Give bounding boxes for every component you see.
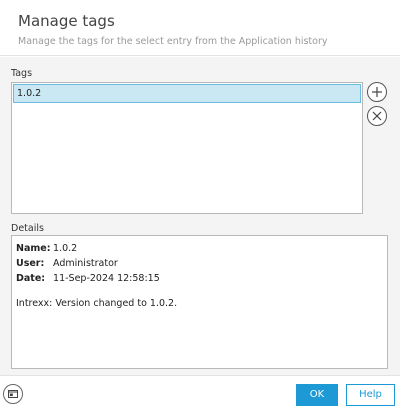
- tag-list-item[interactable]: 1.0.2: [13, 84, 361, 103]
- remove-tag-button[interactable]: [367, 106, 387, 126]
- detail-message: Intrexx: Version changed to 1.0.2.: [16, 298, 178, 309]
- window-icon: [8, 390, 18, 398]
- tags-label: Tags: [11, 68, 33, 79]
- detail-key: Date:: [16, 273, 46, 284]
- detail-row-name: Name: 1.0.2: [16, 241, 387, 256]
- help-button[interactable]: Help: [346, 384, 395, 406]
- ok-button[interactable]: OK: [296, 384, 338, 406]
- dialog-subtitle: Manage the tags for the select entry fro…: [18, 36, 328, 47]
- dialog-title: Manage tags: [18, 12, 115, 30]
- window-layout-button[interactable]: [3, 384, 23, 404]
- detail-value: 1.0.2: [53, 243, 78, 254]
- detail-row-date: Date: 11-Sep-2024 12:58:15: [16, 271, 387, 286]
- manage-tags-dialog: Manage tags Manage the tags for the sele…: [0, 0, 400, 410]
- detail-value: 11-Sep-2024 12:58:15: [53, 273, 160, 284]
- detail-value: Administrator: [53, 258, 118, 269]
- tags-list[interactable]: 1.0.2: [11, 82, 363, 214]
- detail-key: User:: [16, 258, 45, 269]
- detail-key: Name:: [16, 243, 51, 254]
- add-tag-button[interactable]: [367, 82, 387, 102]
- close-icon: [372, 111, 382, 121]
- dialog-header: Manage tags Manage the tags for the sele…: [0, 0, 400, 56]
- details-label: Details: [11, 223, 44, 234]
- plus-icon: [372, 87, 382, 97]
- detail-row-user: User: Administrator: [16, 256, 387, 271]
- details-panel: Name: 1.0.2 User: Administrator Date: 11…: [11, 235, 388, 369]
- dialog-footer: OK Help: [0, 375, 400, 410]
